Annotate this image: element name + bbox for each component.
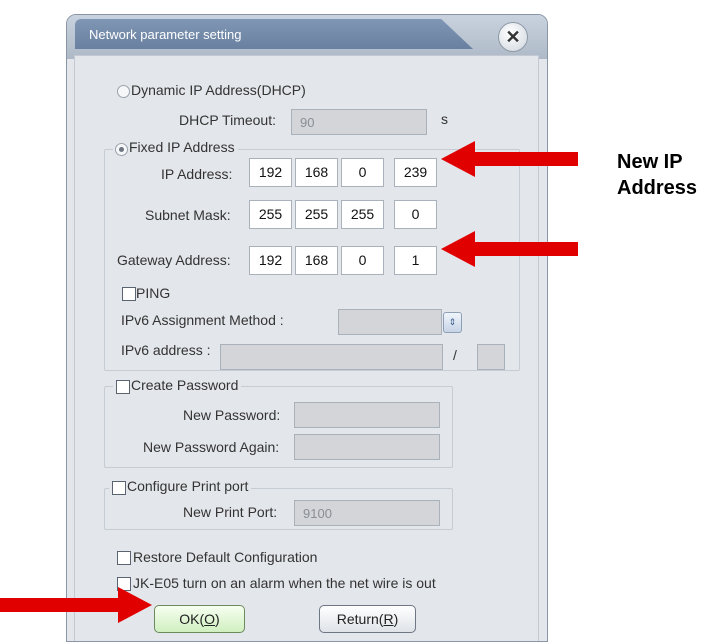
- dhcp-timeout-unit: s: [441, 111, 448, 127]
- return-label-prefix: Return(: [336, 611, 384, 627]
- mask-octet-2[interactable]: 255: [295, 200, 338, 229]
- ip-octet-4[interactable]: 239: [394, 158, 437, 187]
- dhcp-label: Dynamic IP Address(DHCP): [131, 82, 306, 98]
- new-print-port-label: New Print Port:: [183, 504, 278, 520]
- return-accelerator: R: [383, 611, 394, 627]
- gw-octet-3[interactable]: 0: [341, 246, 384, 275]
- ok-accelerator: O: [204, 611, 216, 627]
- ok-label-suffix: ): [215, 611, 220, 627]
- password-legend: Create Password: [113, 377, 242, 394]
- create-password-label: Create Password: [131, 377, 239, 393]
- mask-octet-1[interactable]: 255: [249, 200, 292, 229]
- title-tab: Network parameter setting: [75, 19, 473, 49]
- ipv6-address-field[interactable]: [220, 344, 443, 370]
- gw-octet-2[interactable]: 168: [295, 246, 338, 275]
- mask-octet-4[interactable]: 0: [394, 200, 437, 229]
- fixed-ip-legend: Fixed IP Address: [113, 139, 238, 156]
- annotation-line-2: Address: [617, 177, 698, 199]
- ok-button[interactable]: OK(O): [154, 605, 245, 633]
- dialog-title: Network parameter setting: [89, 27, 242, 42]
- ok-arrow-shaft: [0, 598, 120, 612]
- new-password-again-field[interactable]: [294, 434, 440, 460]
- ping-checkbox[interactable]: [122, 287, 136, 301]
- close-button[interactable]: ✕: [498, 22, 528, 52]
- gw-octet-1[interactable]: 192: [249, 246, 292, 275]
- new-password-again-label: New Password Again:: [143, 439, 280, 455]
- ipv6-method-label: IPv6 Assignment Method :: [121, 312, 284, 328]
- annotation-line-1: New IP: [617, 151, 683, 173]
- fixed-ip-label: Fixed IP Address: [129, 139, 235, 155]
- ok-arrow-head: [118, 587, 152, 623]
- gw-octet-4[interactable]: 1: [394, 246, 437, 275]
- ip-arrow-shaft: [474, 152, 578, 166]
- return-button[interactable]: Return(R): [319, 605, 416, 633]
- restore-default-label: Restore Default Configuration: [133, 549, 318, 565]
- ipv6-prefix-field[interactable]: [477, 344, 505, 370]
- print-port-legend: Configure Print port: [109, 478, 252, 495]
- mask-octet-3[interactable]: 255: [341, 200, 384, 229]
- dhcp-timeout-field[interactable]: 90: [291, 109, 427, 135]
- gateway-input[interactable]: 192 168 0 1: [249, 246, 439, 275]
- ip-address-label: IP Address:: [161, 166, 233, 182]
- create-password-checkbox[interactable]: [116, 380, 130, 394]
- alarm-label: JK-E05 turn on an alarm when the net wir…: [133, 575, 436, 591]
- ip-octet-1[interactable]: 192: [249, 158, 292, 187]
- dhcp-timeout-label: DHCP Timeout:: [179, 112, 276, 128]
- ip-address-input[interactable]: 192 168 0 239: [249, 158, 439, 187]
- ipv6-address-label: IPv6 address :: [121, 342, 211, 358]
- new-password-label: New Password:: [183, 407, 281, 423]
- gateway-arrow-shaft: [474, 242, 578, 256]
- fixed-ip-radio[interactable]: [115, 143, 128, 156]
- return-label-suffix: ): [393, 611, 399, 627]
- ipv6-separator: /: [453, 347, 457, 363]
- restore-default-checkbox[interactable]: [117, 551, 131, 565]
- annotation-text: New IP Address: [617, 149, 697, 201]
- ip-octet-3[interactable]: 0: [341, 158, 384, 187]
- subnet-mask-label: Subnet Mask:: [145, 207, 231, 223]
- ipv6-method-select[interactable]: [338, 309, 442, 335]
- dhcp-radio[interactable]: [117, 85, 130, 98]
- title-bar: Network parameter setting ✕: [67, 15, 547, 59]
- new-password-field[interactable]: [294, 402, 440, 428]
- network-settings-dialog: Network parameter setting ✕ Dynamic IP A…: [66, 14, 548, 642]
- print-port-checkbox[interactable]: [112, 481, 126, 495]
- close-icon: ✕: [505, 26, 521, 47]
- ok-label-prefix: OK(: [179, 611, 205, 627]
- print-port-label: Configure Print port: [127, 478, 249, 494]
- ip-octet-2[interactable]: 168: [295, 158, 338, 187]
- new-print-port-field[interactable]: 9100: [294, 500, 440, 526]
- ping-label: PING: [136, 285, 171, 301]
- spinner-icon[interactable]: ⇕: [443, 312, 462, 333]
- ip-arrow-head: [441, 141, 475, 177]
- gateway-label: Gateway Address:: [117, 252, 231, 268]
- subnet-mask-input[interactable]: 255 255 255 0: [249, 200, 439, 229]
- gateway-arrow-head: [441, 231, 475, 267]
